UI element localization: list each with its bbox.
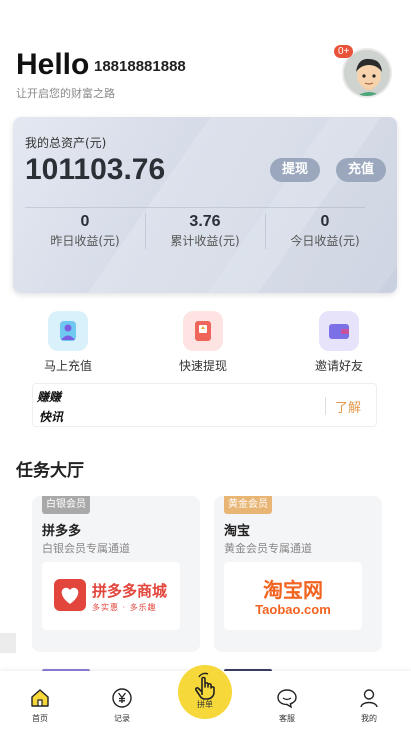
home-icon xyxy=(29,687,51,709)
quick-recharge[interactable]: 马上充值 xyxy=(23,311,113,374)
withdraw-card-icon xyxy=(183,311,223,351)
member-tag: 黄金会员 xyxy=(224,496,272,514)
taobao-logo-text: 淘宝网 xyxy=(263,578,323,602)
yuan-record-icon xyxy=(111,687,133,709)
invite-card-icon xyxy=(319,311,359,351)
header: Hello 18818881888 让开启您的财富之路 0+ xyxy=(16,44,396,104)
pinduoduo-logo: 拼多多商城 多实惠 · 多乐趣 xyxy=(42,562,180,630)
quick-label: 邀请好友 xyxy=(314,359,363,373)
stat-cumulative: 3.76 累计收益(元) xyxy=(145,212,265,249)
user-wallet-icon xyxy=(48,311,88,351)
divider xyxy=(25,207,365,208)
withdraw-button[interactable]: 提现 xyxy=(270,158,320,182)
divider xyxy=(325,397,326,415)
member-tag: 白银会员 xyxy=(42,496,90,514)
stat-value: 0 xyxy=(80,213,90,230)
cartoon-face-icon xyxy=(344,50,390,96)
nav-label: 客服 xyxy=(279,714,295,723)
pinduoduo-logo-sub: 多实惠 · 多乐趣 xyxy=(92,603,157,612)
quick-invite[interactable]: 邀请好友 xyxy=(294,311,384,374)
stat-today: 0 今日收益(元) xyxy=(265,212,385,249)
nav-label: 记录 xyxy=(114,714,130,723)
user-profile-icon xyxy=(358,687,380,709)
nav-label: 拼单 xyxy=(197,700,213,709)
asset-card: 我的总资产(元) 101103.76 提现 充值 0 昨日收益(元) 3.76 … xyxy=(13,117,397,293)
quick-withdraw[interactable]: 快速提现 xyxy=(158,311,248,374)
chat-bubble-icon xyxy=(276,687,298,709)
news-logo-line2: 快讯 xyxy=(39,410,64,424)
total-assets-value: 101103.76 xyxy=(25,153,166,186)
nav-home[interactable]: 首页 xyxy=(10,687,70,724)
task-card-pinduoduo[interactable]: 白银会员 拼多多 白银会员专属通道 拼多多商城 多实惠 · 多乐趣 xyxy=(32,496,200,652)
task-name: 拼多多 xyxy=(42,524,82,539)
quick-label: 马上充值 xyxy=(43,359,92,373)
task-name: 淘宝 xyxy=(224,524,251,539)
header-subtitle: 让开启您的财富之路 xyxy=(16,87,115,100)
nav-label: 我的 xyxy=(361,714,377,723)
news-logo: 赚赚 快讯 xyxy=(37,386,79,426)
taobao-logo-sub: Taobao.com xyxy=(255,602,331,617)
nav-label: 首页 xyxy=(32,714,48,723)
section-title: 任务大厅 xyxy=(16,461,84,481)
stat-label: 昨日收益(元) xyxy=(50,234,120,248)
nav-record[interactable]: 记录 xyxy=(92,687,152,724)
learn-more-link[interactable]: 了解 xyxy=(335,397,361,416)
task-desc: 黄金会员专属通道 xyxy=(224,542,312,555)
greeting-title: Hello xyxy=(16,48,90,81)
avatar-button[interactable]: 0+ xyxy=(334,45,394,100)
task-card-taobao[interactable]: 黄金会员 淘宝 黄金会员专属通道 淘宝网 Taobao.com xyxy=(214,496,382,652)
floating-tab[interactable] xyxy=(0,633,16,653)
task-desc: 白银会员专属通道 xyxy=(42,542,130,555)
stat-value: 3.76 xyxy=(189,213,221,230)
recharge-button[interactable]: 充值 xyxy=(336,158,386,182)
total-assets-label: 我的总资产(元) xyxy=(25,136,107,150)
stat-yesterday: 0 昨日收益(元) xyxy=(25,212,145,249)
nav-service[interactable]: 客服 xyxy=(257,687,317,724)
stat-label: 今日收益(元) xyxy=(290,234,360,248)
nav-group-order-button[interactable]: 拼单 xyxy=(178,665,232,719)
pinduoduo-logo-text: 拼多多商城 xyxy=(92,582,168,600)
phone-number: 18818881888 xyxy=(94,58,186,75)
news-logo-line1: 赚赚 xyxy=(37,390,62,404)
stat-value: 0 xyxy=(320,213,330,230)
news-notice-bar[interactable]: 赚赚 快讯 了解 xyxy=(32,383,377,427)
pinduoduo-mark-icon xyxy=(54,579,86,611)
quick-label: 快速提现 xyxy=(178,359,227,373)
stat-label: 累计收益(元) xyxy=(170,234,240,248)
notification-badge: 0+ xyxy=(334,45,354,58)
taobao-logo: 淘宝网 Taobao.com xyxy=(224,562,362,630)
nav-mine[interactable]: 我的 xyxy=(339,687,399,724)
